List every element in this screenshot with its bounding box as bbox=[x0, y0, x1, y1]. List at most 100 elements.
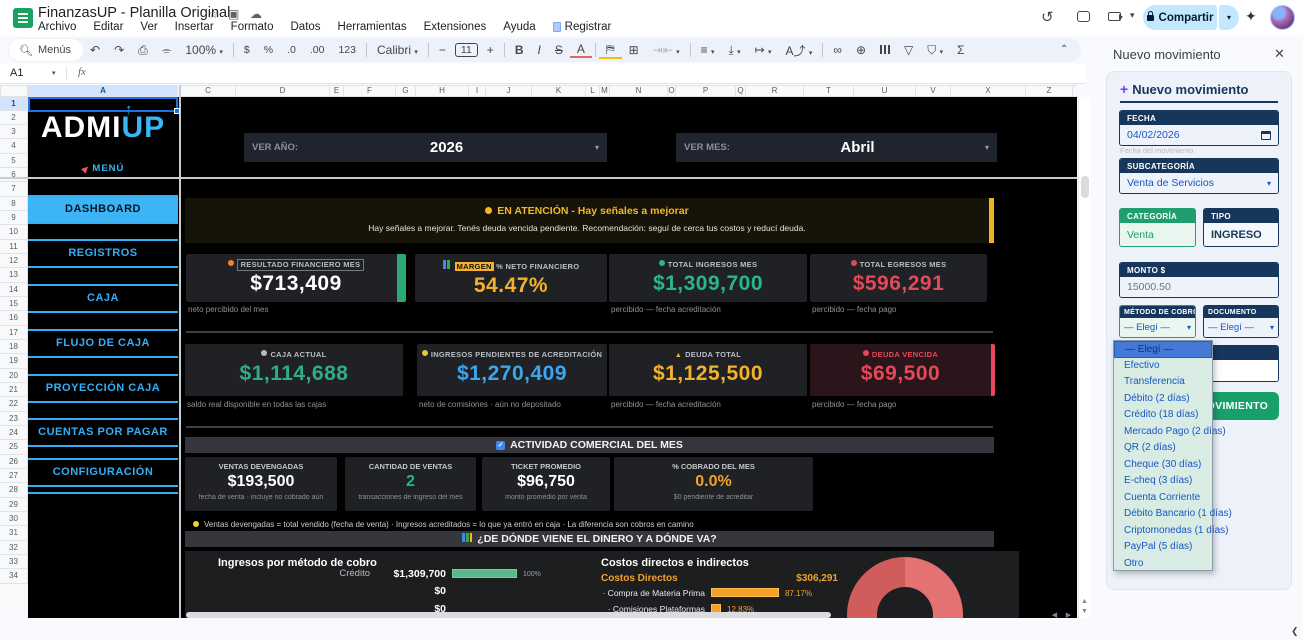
scroll-down-icon[interactable]: ▼ bbox=[1078, 608, 1091, 615]
documento-field[interactable]: DOCUMENTO — Elegí — ▾ bbox=[1203, 305, 1279, 338]
percent-format-icon[interactable]: % bbox=[257, 44, 280, 56]
font-size-increase[interactable]: + bbox=[480, 43, 501, 57]
dropdown-option-d-bito-bancario-1-d-as[interactable]: Débito Bancario (1 días) bbox=[1114, 506, 1212, 523]
column-header-Q[interactable]: Q bbox=[736, 86, 746, 96]
menu-datos[interactable]: Datos bbox=[291, 21, 321, 33]
functions-icon[interactable]: Σ bbox=[950, 43, 971, 57]
frozen-column-divider[interactable] bbox=[179, 85, 181, 618]
sidebar-item-configuración[interactable]: CONFIGURACIÓN bbox=[28, 458, 178, 487]
column-header-L[interactable]: L bbox=[586, 86, 600, 96]
row-header-34[interactable]: 34 bbox=[0, 569, 28, 583]
fill-handle[interactable] bbox=[174, 108, 180, 114]
dropdown-option-paypal-5-d-as[interactable]: PayPal (5 días) bbox=[1114, 539, 1212, 556]
gemini-sparkle-icon[interactable]: ✦ bbox=[1245, 8, 1257, 25]
row-header-9[interactable]: 9 bbox=[0, 211, 28, 225]
dropdown-option-cuenta-corriente[interactable]: Cuenta Corriente bbox=[1114, 490, 1212, 507]
dropdown-option-cheque-30-d-as[interactable]: Cheque (30 días) bbox=[1114, 457, 1212, 474]
sidebar-item-cuentas-por-pagar[interactable]: CUENTAS POR PAGAR bbox=[28, 418, 178, 447]
column-header-F[interactable]: F bbox=[344, 86, 396, 96]
star-icon[interactable]: ☆ bbox=[208, 7, 219, 21]
meet-camera-icon[interactable] bbox=[1108, 12, 1121, 21]
sidebar-item-flujo-de-caja[interactable]: FLUJO DE CAJA bbox=[28, 329, 178, 358]
scroll-left-icon[interactable]: ◀ bbox=[1048, 611, 1061, 619]
month-filter[interactable]: VER MES: Abril ▾ bbox=[676, 133, 997, 162]
dropdown-option-efectivo[interactable]: Efectivo bbox=[1114, 358, 1212, 375]
column-header-J[interactable]: J bbox=[486, 86, 532, 96]
filter-views-icon[interactable]: ⛉ ▾ bbox=[920, 43, 950, 58]
row-header-21[interactable]: 21 bbox=[0, 383, 28, 397]
document-title[interactable]: FinanzasUP - Planilla Original bbox=[38, 5, 230, 21]
vertical-align-icon[interactable]: ⤓ ▾ bbox=[721, 43, 747, 58]
row-header-12[interactable]: 12 bbox=[0, 254, 28, 268]
row-header-13[interactable]: 13 bbox=[0, 268, 28, 282]
sheets-app-icon[interactable] bbox=[13, 8, 33, 28]
chevron-down-icon[interactable]: ▾ bbox=[1187, 323, 1191, 332]
fecha-field[interactable]: FECHA 04/02/2026 bbox=[1119, 110, 1279, 146]
month-caret-icon[interactable]: ▾ bbox=[985, 143, 989, 152]
print-icon[interactable]: ⎙ bbox=[131, 43, 155, 58]
font-size-input[interactable]: 11 bbox=[455, 43, 478, 57]
collapse-toolbar-icon[interactable]: ⌃ bbox=[1060, 44, 1068, 55]
text-color-icon[interactable]: A bbox=[570, 42, 592, 58]
zoom-select[interactable]: 100% ▾ bbox=[178, 43, 230, 57]
row-header-20[interactable]: 20 bbox=[0, 369, 28, 383]
monto-field[interactable]: MONTO $ 15000.50 bbox=[1119, 262, 1279, 298]
row-header-2[interactable]: 2 bbox=[0, 111, 28, 125]
font-size-decrease[interactable]: − bbox=[432, 43, 453, 57]
column-header-D[interactable]: D bbox=[236, 86, 330, 96]
column-header-P[interactable]: P bbox=[676, 86, 736, 96]
column-header-E[interactable]: E bbox=[330, 86, 344, 96]
menu-ver[interactable]: Ver bbox=[140, 21, 157, 33]
menu-editar[interactable]: Editar bbox=[93, 21, 123, 33]
dropdown-option-otro[interactable]: Otro bbox=[1114, 556, 1212, 573]
bold-icon[interactable]: B bbox=[508, 43, 531, 57]
name-box[interactable]: A1 bbox=[10, 67, 23, 79]
sidebar-item-registros[interactable]: REGISTROS bbox=[28, 239, 178, 268]
scroll-up-icon[interactable]: ▲ bbox=[1078, 598, 1091, 605]
scroll-right-icon[interactable]: ▶ bbox=[1062, 611, 1075, 619]
row-header-3[interactable]: 3 bbox=[0, 125, 28, 139]
sidebar-item-proyección-caja[interactable]: PROYECCIÓN CAJA bbox=[28, 374, 178, 403]
year-caret-icon[interactable]: ▾ bbox=[595, 143, 599, 152]
text-rotation-icon[interactable]: A⤴ ▾ bbox=[779, 42, 820, 59]
row-header-15[interactable]: 15 bbox=[0, 297, 28, 311]
row-header-28[interactable]: 28 bbox=[0, 483, 28, 497]
more-formats-icon[interactable]: 123 bbox=[331, 44, 363, 56]
column-header-U[interactable]: U bbox=[854, 86, 916, 96]
column-header-I[interactable]: I bbox=[469, 86, 486, 96]
menu-formato[interactable]: Formato bbox=[231, 21, 274, 33]
menu-insertar[interactable]: Insertar bbox=[175, 21, 214, 33]
column-header-G[interactable]: G bbox=[396, 86, 416, 96]
fill-color-icon[interactable]: ⛿ bbox=[599, 42, 622, 59]
subcategoria-value[interactable]: Venta de Servicios bbox=[1127, 177, 1267, 189]
row-header-7[interactable]: 7 bbox=[0, 182, 28, 196]
dropdown-option-mercado-pago-2-d-as[interactable]: Mercado Pago (2 días) bbox=[1114, 424, 1212, 441]
subcategoria-field[interactable]: SUBCATEGORÍA Venta de Servicios ▾ bbox=[1119, 158, 1279, 194]
decrease-decimals-icon[interactable]: .0 bbox=[280, 44, 303, 56]
column-header-O[interactable]: O bbox=[668, 86, 676, 96]
merge-cells-icon[interactable]: ⇥⇤ ▾ bbox=[646, 43, 687, 57]
row-header-32[interactable]: 32 bbox=[0, 541, 28, 555]
insert-chart-icon[interactable] bbox=[873, 43, 897, 57]
sidebar-item-dashboard[interactable]: DASHBOARD bbox=[28, 195, 178, 224]
vertical-scrollbar[interactable] bbox=[1078, 97, 1091, 619]
row-header-16[interactable]: 16 bbox=[0, 311, 28, 325]
dropdown-option-e-cheq-3-d-as[interactable]: E-cheq (3 días) bbox=[1114, 473, 1212, 490]
chevron-down-icon[interactable]: ▾ bbox=[1270, 323, 1274, 332]
paint-format-icon[interactable]: ⌯ bbox=[155, 43, 179, 58]
column-header-R[interactable]: R bbox=[746, 86, 804, 96]
row-header-4[interactable]: 4 bbox=[0, 139, 28, 153]
column-header-N[interactable]: N bbox=[610, 86, 668, 96]
version-history-icon[interactable]: ↺ bbox=[1041, 8, 1054, 26]
dropdown-option-transferencia[interactable]: Transferencia bbox=[1114, 374, 1212, 391]
row-header-1[interactable]: 1 bbox=[0, 97, 28, 111]
column-header-Z[interactable]: Z bbox=[1026, 86, 1073, 96]
column-header-H[interactable]: H bbox=[416, 86, 469, 96]
monto-value[interactable]: 15000.50 bbox=[1120, 277, 1278, 297]
row-header-30[interactable]: 30 bbox=[0, 512, 28, 526]
menu-ayuda[interactable]: Ayuda bbox=[503, 21, 535, 33]
borders-icon[interactable]: ⊞ bbox=[622, 43, 646, 57]
row-header-23[interactable]: 23 bbox=[0, 412, 28, 426]
share-button[interactable]: Compartir bbox=[1143, 5, 1217, 30]
dropdown-option-d-bito-2-d-as[interactable]: Débito (2 días) bbox=[1114, 391, 1212, 408]
